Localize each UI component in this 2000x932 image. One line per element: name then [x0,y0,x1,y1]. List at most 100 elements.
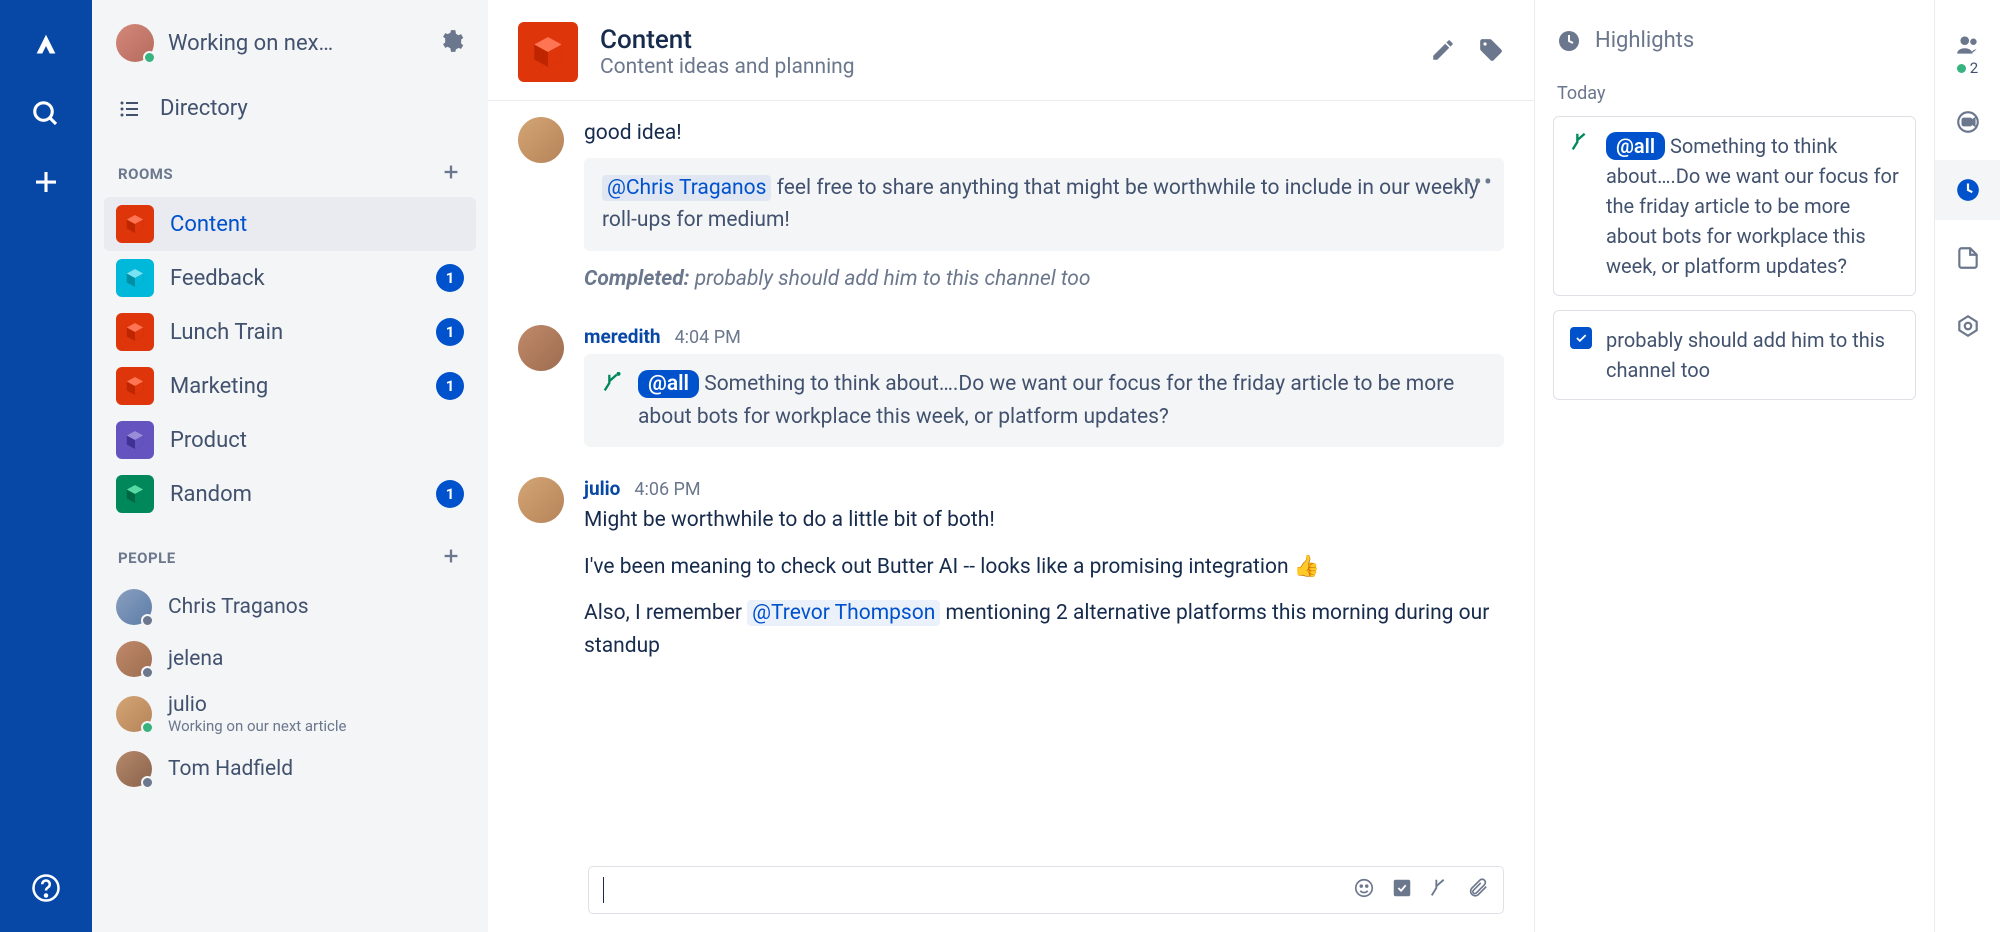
tag-icon[interactable] [1478,37,1504,67]
highlights-date: Today [1557,83,1916,104]
highlight-card[interactable]: @all Something to think about….Do we wan… [1553,116,1916,296]
message-text: Might be worthwhile to do a little bit o… [584,504,1504,537]
person-name: Chris Traganos [168,595,309,619]
person-item[interactable]: Tom Hadfield [104,743,476,795]
channel-subtitle: Content ideas and planning [600,55,1408,79]
message-time: 4:06 PM [634,479,700,500]
help-icon[interactable] [22,864,70,912]
directory-link[interactable]: Directory [104,68,476,137]
message-avatar[interactable] [518,325,564,371]
input-caret [603,877,604,903]
room-icon [116,259,154,297]
room-item[interactable]: Content [104,197,476,251]
presence-indicator [141,776,154,789]
presence-indicator [141,666,154,679]
room-icon [116,475,154,513]
message-author[interactable]: julio [584,477,620,500]
person-avatar [116,696,152,732]
people-count-button[interactable]: 2 [1935,24,2000,84]
create-icon[interactable] [22,158,70,206]
person-name: julio [168,693,347,717]
decision-callout: @all Something to think about….Do we wan… [584,354,1504,447]
room-name: Lunch Train [170,320,420,345]
emoji-icon[interactable] [1353,877,1375,903]
callout-text: Something to think about….Do we want our… [638,372,1454,429]
people-list: Chris Traganos jelena julioWorking on our … [104,581,476,795]
composer-input-box[interactable] [588,866,1504,914]
user-avatar[interactable] [116,24,154,62]
presence-indicator [141,721,154,734]
message-avatar[interactable] [518,117,564,163]
user-status-text[interactable]: Working on nex… [168,31,424,56]
room-item[interactable]: Product [104,413,476,467]
room-name: Marketing [170,374,420,399]
room-name: Feedback [170,266,420,291]
message-list: good idea! @Chris Traganos feel free to … [488,101,1534,932]
unread-badge: 1 [436,480,464,508]
room-icon [116,421,154,459]
settings-icon[interactable] [438,28,464,58]
settings-button[interactable] [1935,296,2000,356]
message-quote: @Chris Traganos feel free to share anyth… [584,158,1504,251]
people-section-header: PEOPLE [104,521,476,581]
right-rail: 2 [1934,0,2000,932]
person-avatar [116,589,152,625]
decision-composer-icon[interactable] [1429,877,1451,903]
files-button[interactable] [1935,228,2000,288]
people-count: 2 [1970,59,1978,77]
highlights-button[interactable] [1935,160,2000,220]
highlight-checked-icon [1570,327,1592,349]
add-person-icon[interactable] [440,545,462,571]
room-name: Random [170,482,420,507]
message-time: 4:04 PM [675,327,741,348]
presence-indicator [141,614,154,627]
video-call-button[interactable] [1935,92,2000,152]
person-item[interactable]: julioWorking on our next article [104,685,476,743]
app-logo-icon[interactable] [22,22,70,70]
message-text: good idea! [584,117,1504,150]
mention-all[interactable]: @all [638,370,699,398]
search-icon[interactable] [22,90,70,138]
people-header-label: PEOPLE [118,549,176,567]
task-icon[interactable] [1391,877,1413,903]
room-icon [116,205,154,243]
room-item[interactable]: Marketing 1 [104,359,476,413]
person-name: Tom Hadfield [168,757,293,781]
person-avatar [116,751,152,787]
sidebar-header: Working on nex… [104,18,476,68]
unread-badge: 1 [436,264,464,292]
room-item[interactable]: Random 1 [104,467,476,521]
message-author[interactable]: meredith [584,325,661,348]
add-room-icon[interactable] [440,161,462,187]
message: good idea! @Chris Traganos feel free to … [518,109,1504,295]
online-dot-icon [1957,64,1966,73]
message-avatar[interactable] [518,477,564,523]
highlight-card[interactable]: probably should add him to this channel … [1553,310,1916,400]
rooms-list: ContentFeedback1Lunch Train1Marketing1Pr… [104,197,476,521]
mention[interactable]: @Trevor Thompson [747,600,940,626]
message-composer [588,866,1504,914]
highlights-panel: Highlights Today @all Something to think… [1534,0,1934,932]
completed-text: probably should add him to this channel … [690,267,1091,291]
room-name: Content [170,212,464,237]
attachment-icon[interactable] [1467,877,1489,903]
message-text: Also, I remember @Trevor Thompson mentio… [584,597,1504,662]
person-item[interactable]: Chris Traganos [104,581,476,633]
person-status: Working on our next article [168,717,347,735]
person-item[interactable]: jelena [104,633,476,685]
highlights-header: Highlights [1553,28,1916,53]
person-name: jelena [168,647,223,671]
room-item[interactable]: Lunch Train1 [104,305,476,359]
global-nav-rail [0,0,92,932]
main-panel: Content Content ideas and planning good … [488,0,1534,932]
mention[interactable]: @Chris Traganos [602,175,771,201]
directory-label: Directory [160,96,248,121]
rooms-section-header: ROOMS [104,137,476,197]
unread-badge: 1 [436,372,464,400]
more-icon[interactable]: ••• [1464,168,1494,196]
room-item[interactable]: Feedback 1 [104,251,476,305]
edit-icon[interactable] [1430,37,1456,67]
room-icon [116,313,154,351]
channel-header: Content Content ideas and planning [488,0,1534,101]
highlights-title: Highlights [1595,28,1694,53]
